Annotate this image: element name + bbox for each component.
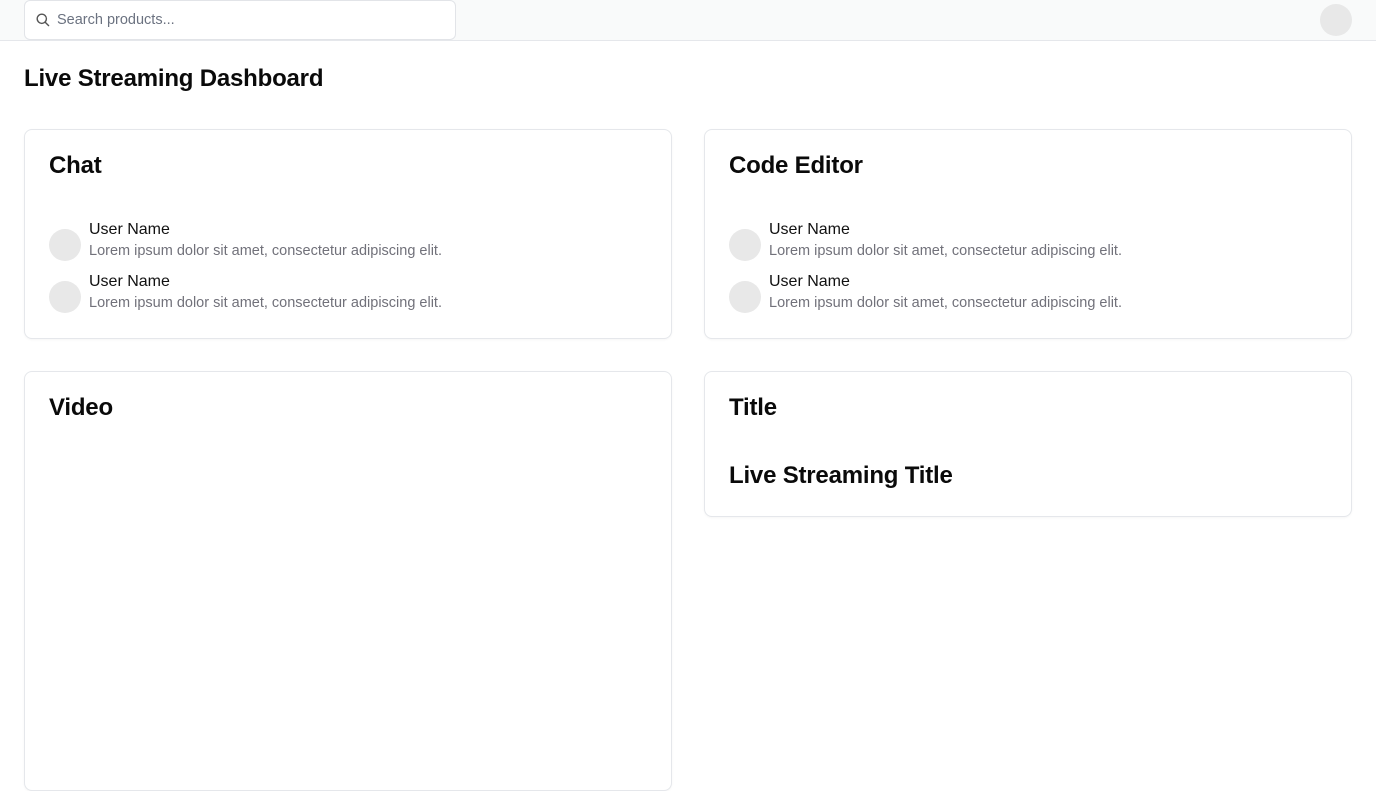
code-editor-message: User Name Lorem ipsum dolor sit amet, co… [729,273,1329,317]
avatar [49,229,81,261]
message-text: Lorem ipsum dolor sit amet, consectetur … [89,243,442,259]
message-text: Lorem ipsum dolor sit amet, consectetur … [769,243,1122,259]
message-user-name: User Name [769,221,850,238]
page-title: Live Streaming Dashboard [24,65,324,92]
code-editor-message: User Name Lorem ipsum dolor sit amet, co… [729,221,1329,265]
search-icon [35,12,51,28]
stream-title: Live Streaming Title [729,462,953,489]
search-box[interactable] [24,0,456,40]
message-text: Lorem ipsum dolor sit amet, consectetur … [769,295,1122,311]
code-editor-card: Code Editor User Name Lorem ipsum dolor … [704,129,1352,339]
chat-card: Chat User Name Lorem ipsum dolor sit ame… [24,129,672,339]
message-user-name: User Name [89,221,170,238]
video-card: Video [24,371,672,791]
user-avatar[interactable] [1320,4,1352,36]
chat-message: User Name Lorem ipsum dolor sit amet, co… [49,221,649,265]
chat-card-title: Chat [49,152,102,179]
message-user-name: User Name [89,273,170,290]
code-editor-card-title: Code Editor [729,152,863,179]
avatar [49,281,81,313]
chat-message: User Name Lorem ipsum dolor sit amet, co… [49,273,649,317]
top-bar [0,0,1376,41]
search-input[interactable] [57,1,447,39]
avatar [729,281,761,313]
title-card-title: Title [729,394,777,421]
avatar [729,229,761,261]
video-card-title: Video [49,394,113,421]
message-text: Lorem ipsum dolor sit amet, consectetur … [89,295,442,311]
title-card: Title Live Streaming Title [704,371,1352,517]
message-user-name: User Name [769,273,850,290]
